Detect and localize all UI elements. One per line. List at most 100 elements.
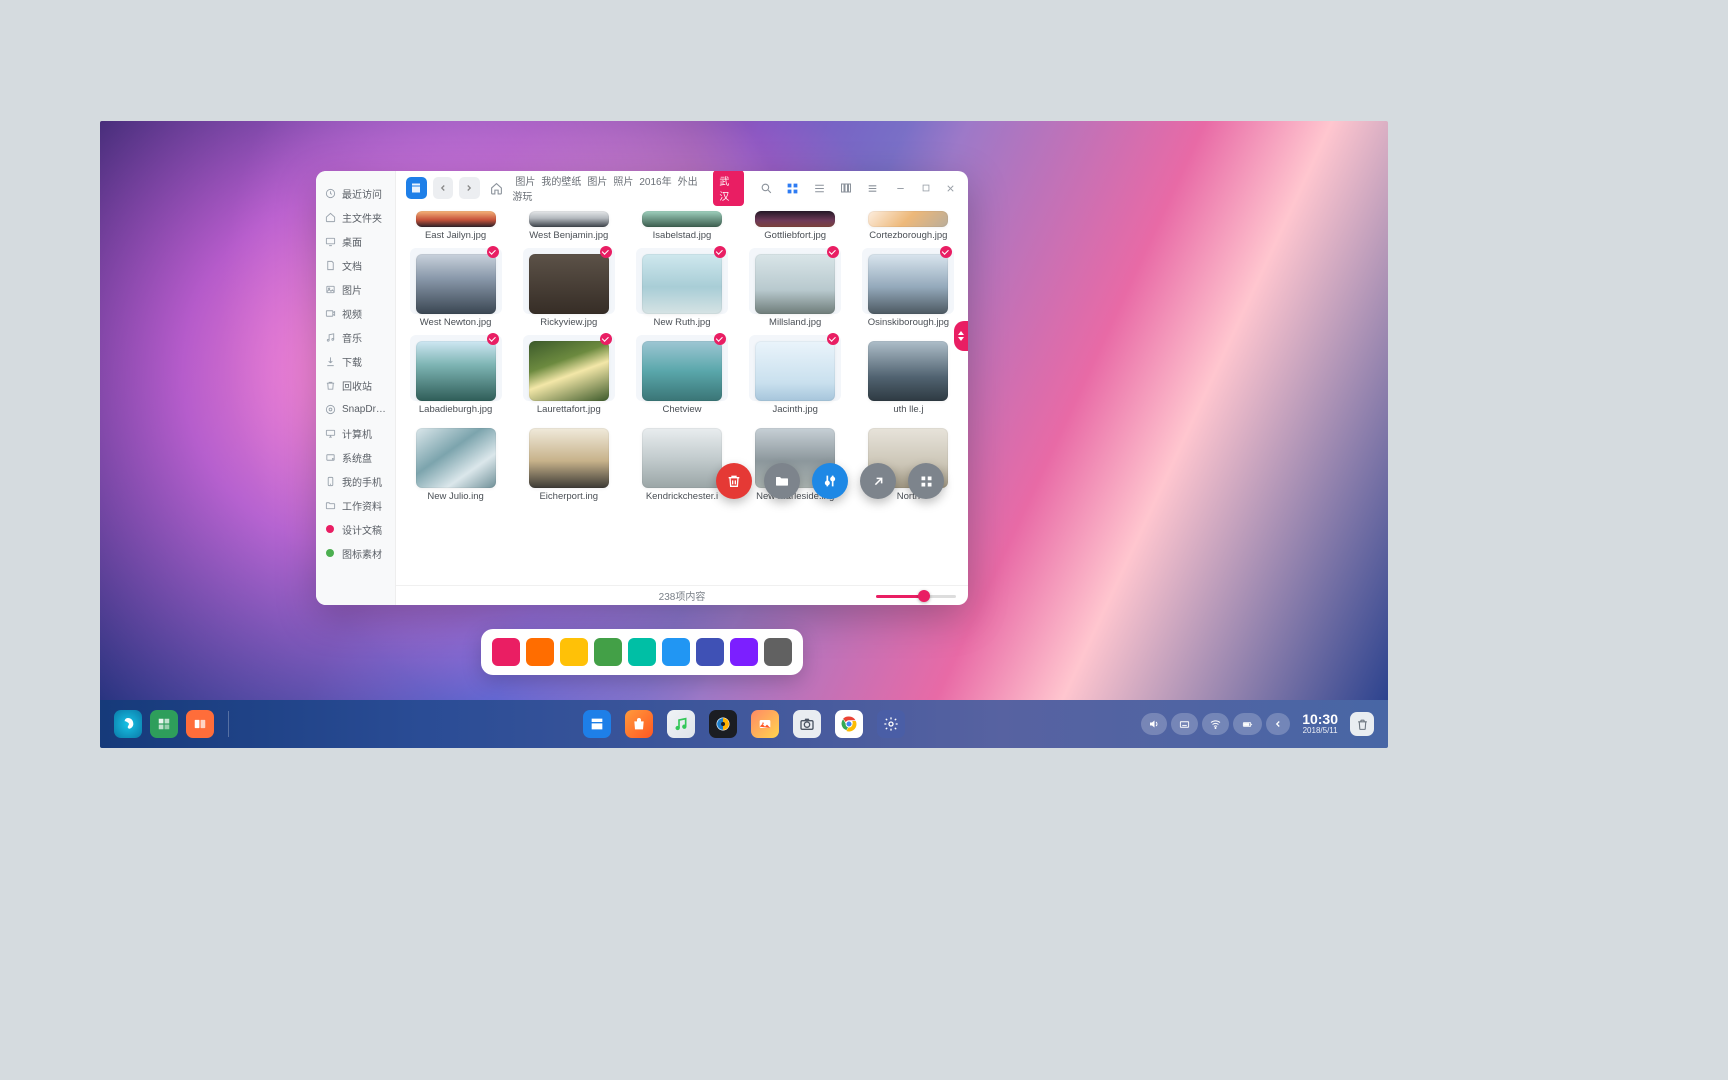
sidebar-item-3[interactable]: 文档 bbox=[316, 253, 395, 277]
sidebar-item-10[interactable]: 计算机 bbox=[316, 421, 395, 445]
sidebar-item-14[interactable]: 设计文稿 bbox=[316, 517, 395, 541]
file-tile[interactable]: Eicherport.ing bbox=[517, 422, 620, 503]
color-swatch-1[interactable] bbox=[526, 638, 554, 666]
file-tile[interactable]: Osinskiborough.jpg bbox=[857, 248, 960, 329]
sidebar-item-12[interactable]: 我的手机 bbox=[316, 469, 395, 493]
sidebar-item-6[interactable]: 音乐 bbox=[316, 325, 395, 349]
clock-icon bbox=[324, 187, 336, 199]
breadcrumb-4[interactable]: 2016年 bbox=[636, 177, 674, 188]
file-name: Isabelstad.jpg bbox=[653, 231, 712, 242]
breadcrumb-3[interactable]: 照片 bbox=[610, 177, 636, 188]
adjust-button[interactable] bbox=[812, 463, 848, 499]
app-icon[interactable] bbox=[406, 177, 427, 199]
launcher-multitask-icon[interactable] bbox=[186, 710, 214, 738]
file-tile[interactable]: New Julio.ing bbox=[404, 422, 507, 503]
dock-shop-icon[interactable] bbox=[625, 710, 653, 738]
file-tile[interactable]: Isabelstad.jpg bbox=[630, 205, 733, 242]
file-tile[interactable]: Chetview bbox=[630, 335, 733, 416]
file-thumbnail bbox=[416, 341, 496, 401]
color-swatch-5[interactable] bbox=[662, 638, 690, 666]
file-tile[interactable]: Labadieburgh.jpg bbox=[404, 335, 507, 416]
color-tag-palette bbox=[481, 629, 803, 675]
sidebar-item-label: 计算机 bbox=[342, 426, 372, 441]
file-name: Labadieburgh.jpg bbox=[419, 405, 492, 416]
tray-battery-icon[interactable] bbox=[1233, 713, 1262, 735]
taskbar-clock[interactable]: 10:30 2018/5/11 bbox=[1302, 712, 1338, 735]
launcher-workspaces-icon[interactable] bbox=[150, 710, 178, 738]
tray-wifi-icon[interactable] bbox=[1202, 713, 1229, 735]
color-swatch-0[interactable] bbox=[492, 638, 520, 666]
scroll-handle[interactable] bbox=[954, 321, 968, 351]
nav-back-button[interactable] bbox=[433, 177, 454, 199]
color-swatch-3[interactable] bbox=[594, 638, 622, 666]
file-tile[interactable]: Rickyview.jpg bbox=[517, 248, 620, 329]
sidebar-item-15[interactable]: 图标素材 bbox=[316, 541, 395, 565]
file-name: Rickyview.jpg bbox=[540, 318, 597, 329]
sidebar-item-4[interactable]: 图片 bbox=[316, 277, 395, 301]
tray-keyboard-icon[interactable] bbox=[1171, 713, 1198, 735]
file-tile[interactable]: West Benjamin.jpg bbox=[517, 205, 620, 242]
sidebar-item-2[interactable]: 桌面 bbox=[316, 229, 395, 253]
color-swatch-6[interactable] bbox=[696, 638, 724, 666]
sidebar-item-label: 工作资料 bbox=[342, 498, 382, 513]
breadcrumb-0[interactable]: 图片 bbox=[512, 177, 538, 188]
sidebar-item-5[interactable]: 视频 bbox=[316, 301, 395, 325]
nav-forward-button[interactable] bbox=[459, 177, 480, 199]
dock-music-icon[interactable] bbox=[667, 710, 695, 738]
file-thumbnail bbox=[755, 341, 835, 401]
file-tile[interactable]: Gottliebfort.jpg bbox=[744, 205, 847, 242]
open-folder-button[interactable] bbox=[764, 463, 800, 499]
minimize-button[interactable] bbox=[893, 180, 908, 196]
color-swatch-4[interactable] bbox=[628, 638, 656, 666]
grid-view-button[interactable] bbox=[908, 463, 944, 499]
sidebar-item-0[interactable]: 最近访问 bbox=[316, 181, 395, 205]
file-tile[interactable]: Laurettafort.jpg bbox=[517, 335, 620, 416]
file-tile[interactable]: New Ruth.jpg bbox=[630, 248, 733, 329]
hamburger-menu-icon[interactable] bbox=[862, 177, 883, 199]
status-bar: 238项内容 bbox=[396, 585, 968, 605]
dock-browser-chrome-icon[interactable] bbox=[835, 710, 863, 738]
dock-settings-icon[interactable] bbox=[877, 710, 905, 738]
dock-photos-icon[interactable] bbox=[751, 710, 779, 738]
sidebar-item-7[interactable]: 下载 bbox=[316, 349, 395, 373]
breadcrumb-1[interactable]: 我的壁纸 bbox=[538, 177, 584, 188]
maximize-button[interactable] bbox=[918, 180, 933, 196]
tray-chevron-left-icon[interactable] bbox=[1266, 713, 1290, 735]
home-icon[interactable] bbox=[486, 177, 507, 199]
file-name: West Benjamin.jpg bbox=[529, 231, 608, 242]
view-list-icon[interactable] bbox=[809, 177, 830, 199]
zoom-slider[interactable] bbox=[876, 589, 956, 603]
sidebar-item-9[interactable]: SnapDrop bbox=[316, 397, 395, 421]
dock-store-icon[interactable] bbox=[583, 710, 611, 738]
file-tile[interactable]: Jacinth.jpg bbox=[744, 335, 847, 416]
view-grid-icon[interactable] bbox=[783, 177, 804, 199]
sidebar-item-8[interactable]: 回收站 bbox=[316, 373, 395, 397]
trash-icon[interactable] bbox=[1350, 712, 1374, 736]
file-grid[interactable]: East Jailyn.jpg West Benjamin.jpg Isabelst… bbox=[396, 205, 968, 585]
file-thumbnail bbox=[868, 254, 948, 314]
sidebar-item-13[interactable]: 工作资料 bbox=[316, 493, 395, 517]
color-swatch-2[interactable] bbox=[560, 638, 588, 666]
search-icon[interactable] bbox=[756, 177, 777, 199]
taskbar: 10:30 2018/5/11 bbox=[100, 700, 1388, 748]
file-tile[interactable]: uth lle.j bbox=[857, 335, 960, 416]
sidebar-item-1[interactable]: 主文件夹 bbox=[316, 205, 395, 229]
breadcrumb-active[interactable]: 武汉 bbox=[713, 171, 744, 206]
close-button[interactable] bbox=[943, 180, 958, 196]
sidebar-item-11[interactable]: 系统盘 bbox=[316, 445, 395, 469]
file-tile[interactable]: East Jailyn.jpg bbox=[404, 205, 507, 242]
file-tile[interactable]: Millsland.jpg bbox=[744, 248, 847, 329]
color-swatch-8[interactable] bbox=[764, 638, 792, 666]
file-name: Cortezborough.jpg bbox=[869, 231, 947, 242]
dock-media-player-icon[interactable] bbox=[709, 710, 737, 738]
view-column-icon[interactable] bbox=[836, 177, 857, 199]
dock-camera-icon[interactable] bbox=[793, 710, 821, 738]
launcher-deepin-icon[interactable] bbox=[114, 710, 142, 738]
file-tile[interactable]: Cortezborough.jpg bbox=[857, 205, 960, 242]
delete-button[interactable] bbox=[716, 463, 752, 499]
tray-volume-icon[interactable] bbox=[1141, 713, 1167, 735]
open-external-button[interactable] bbox=[860, 463, 896, 499]
color-swatch-7[interactable] bbox=[730, 638, 758, 666]
breadcrumb-2[interactable]: 图片 bbox=[584, 177, 610, 188]
file-tile[interactable]: West Newton.jpg bbox=[404, 248, 507, 329]
